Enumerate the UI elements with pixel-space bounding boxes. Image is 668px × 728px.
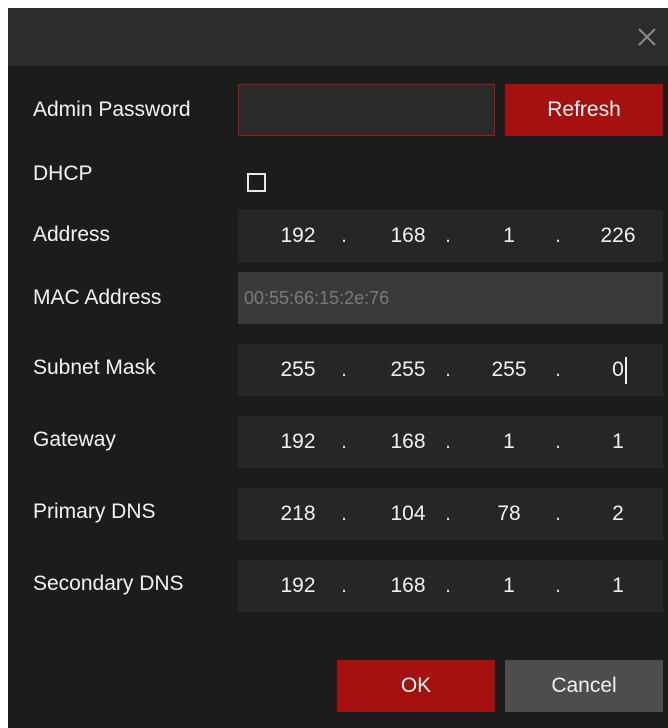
gateway-octet-2[interactable]: 168 [378, 416, 438, 468]
mac-address-label: MAC Address [33, 286, 162, 309]
gateway-octet-4[interactable]: 1 [588, 416, 648, 468]
address-octet-3[interactable]: 1 [479, 210, 539, 262]
gateway-label: Gateway [33, 428, 116, 451]
octet-separator: . [555, 574, 561, 597]
subnet-mask-octet-1[interactable]: 255 [268, 344, 328, 396]
address-ip-field[interactable]: 192 . 168 . 1 . 226 [238, 210, 663, 262]
primary-dns-octet-3[interactable]: 78 [479, 488, 539, 540]
secondary-dns-label: Secondary DNS [33, 572, 184, 595]
octet-separator: . [555, 502, 561, 525]
secondary-dns-octet-2[interactable]: 168 [378, 560, 438, 612]
octet-separator: . [341, 224, 347, 247]
octet-separator: . [555, 358, 561, 381]
address-label: Address [33, 223, 111, 246]
secondary-dns-octet-3[interactable]: 1 [479, 560, 539, 612]
address-octet-1[interactable]: 192 [268, 210, 328, 262]
mac-address-field: 00:55:66:15:2e:76 [238, 272, 663, 324]
refresh-button[interactable]: Refresh [505, 84, 663, 136]
subnet-mask-octet-2[interactable]: 255 [378, 344, 438, 396]
secondary-dns-octet-4[interactable]: 1 [588, 560, 648, 612]
admin-password-label: Admin Password [33, 98, 191, 121]
address-octet-2[interactable]: 168 [378, 210, 438, 262]
octet-separator: . [445, 574, 451, 597]
subnet-mask-label: Subnet Mask [33, 356, 156, 379]
secondary-dns-ip-field[interactable]: 192 . 168 . 1 . 1 [238, 560, 663, 612]
ok-button[interactable]: OK [337, 660, 495, 712]
primary-dns-octet-1[interactable]: 218 [268, 488, 328, 540]
gateway-octet-1[interactable]: 192 [268, 416, 328, 468]
octet-separator: . [445, 358, 451, 381]
secondary-dns-octet-1[interactable]: 192 [268, 560, 328, 612]
octet-separator: . [445, 224, 451, 247]
cancel-button[interactable]: Cancel [505, 660, 663, 712]
subnet-mask-ip-field[interactable]: 255 . 255 . 255 . 0 [238, 344, 663, 396]
octet-separator: . [555, 430, 561, 453]
admin-password-input[interactable] [238, 84, 495, 136]
dhcp-checkbox[interactable] [247, 173, 266, 192]
primary-dns-octet-4[interactable]: 2 [588, 488, 648, 540]
address-octet-4[interactable]: 226 [588, 210, 648, 262]
primary-dns-octet-2[interactable]: 104 [378, 488, 438, 540]
octet-separator: . [341, 358, 347, 381]
primary-dns-label: Primary DNS [33, 500, 156, 523]
octet-separator: . [341, 430, 347, 453]
dhcp-label: DHCP [33, 162, 93, 185]
octet-separator: . [445, 430, 451, 453]
network-settings-dialog: Admin Password Refresh DHCP Address 192 … [8, 8, 668, 728]
octet-separator: . [341, 574, 347, 597]
octet-separator: . [555, 224, 561, 247]
gateway-octet-3[interactable]: 1 [479, 416, 539, 468]
octet-separator: . [341, 502, 347, 525]
subnet-mask-octet-3[interactable]: 255 [479, 344, 539, 396]
subnet-mask-octet-4[interactable]: 0 [588, 344, 648, 396]
dialog-titlebar [8, 8, 668, 66]
primary-dns-ip-field[interactable]: 218 . 104 . 78 . 2 [238, 488, 663, 540]
close-icon[interactable] [632, 22, 662, 52]
gateway-ip-field[interactable]: 192 . 168 . 1 . 1 [238, 416, 663, 468]
octet-separator: . [445, 502, 451, 525]
text-cursor [625, 357, 627, 384]
